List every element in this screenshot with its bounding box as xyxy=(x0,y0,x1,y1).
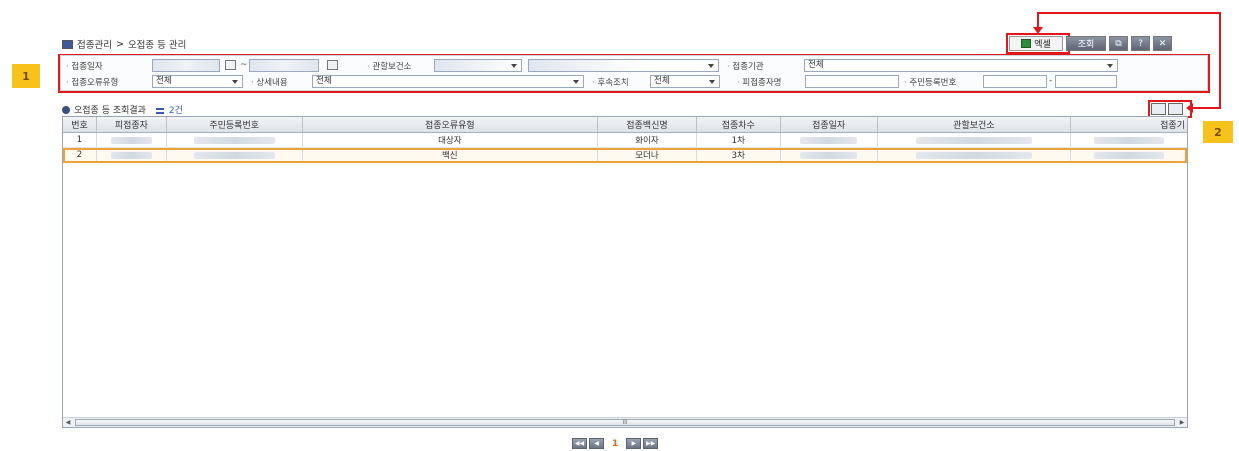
recipient-cell xyxy=(97,133,167,147)
horizontal-scrollbar[interactable]: ◀ III ▶ xyxy=(63,417,1187,427)
scroll-thumb[interactable]: III xyxy=(75,419,1175,426)
breadcrumb-current: 오접종 등 관리 xyxy=(127,40,187,51)
grid-tools xyxy=(1151,103,1183,115)
connector-line xyxy=(1037,12,1221,14)
help-button[interactable]: ? xyxy=(1131,36,1150,51)
grid-excel-button[interactable] xyxy=(1168,103,1183,115)
rrn-separator: - xyxy=(1049,76,1053,86)
result-count: 2건 xyxy=(155,103,183,116)
table-row[interactable]: 2 백신 모더나 3차 xyxy=(63,148,1187,163)
prev-page-button[interactable]: ◀ xyxy=(589,438,604,449)
row-number: 2 xyxy=(63,148,97,162)
breadcrumb-separator: > xyxy=(115,38,124,50)
next-page-button[interactable]: ▶ xyxy=(626,438,642,449)
list-icon xyxy=(155,107,164,114)
excel-label: 엑셀 xyxy=(1034,40,1051,50)
pagination: ◀◀ ◀ 1 ▶ ▶▶ xyxy=(572,438,659,449)
column-header[interactable]: 피접종자 xyxy=(97,117,167,132)
toolbar: 엑셀 조회 ⧉ ? ✕ xyxy=(1009,36,1172,51)
breadcrumb: 접종관리 > 오접종 등 관리 xyxy=(62,37,186,51)
column-header[interactable]: 번호 xyxy=(63,117,97,132)
column-header[interactable]: 주민등록번호 xyxy=(167,117,303,132)
institution-label: 접종기관 xyxy=(727,60,763,72)
popup-button[interactable]: ⧉ xyxy=(1109,36,1128,51)
health-center-label: 관할보건소 xyxy=(367,60,411,72)
vaccination-date-label: 접종일자 xyxy=(66,60,102,72)
rrn-second-input[interactable] xyxy=(1055,75,1117,88)
followup-select[interactable]: 전체 xyxy=(650,75,720,88)
column-header[interactable]: 접종일자 xyxy=(781,117,878,132)
rrn-label: 주민등록번호 xyxy=(904,76,956,88)
date-start-input[interactable] xyxy=(152,59,220,72)
arrow-head xyxy=(1033,27,1043,34)
error-type-cell: 백신 xyxy=(303,148,599,162)
date-cell xyxy=(781,133,878,147)
search-button[interactable]: 조회 xyxy=(1066,36,1106,51)
error-type-label: 접종오류유형 xyxy=(66,76,118,88)
close-button[interactable]: ✕ xyxy=(1153,36,1172,51)
search-filter-panel: 접종일자 ~ 관할보건소 접종기관 전체 접종오류유형 전체 상세내용 전체 후… xyxy=(60,55,1208,91)
callout-2: 2 xyxy=(1203,121,1233,143)
calendar-icon[interactable] xyxy=(225,60,236,70)
breadcrumb-root[interactable]: 접종관리 xyxy=(77,37,112,51)
connector-line xyxy=(1219,12,1221,109)
last-page-button[interactable]: ▶▶ xyxy=(643,438,659,449)
column-header[interactable]: 접종차수 xyxy=(697,117,781,132)
arrow-head xyxy=(1186,103,1193,113)
table-row[interactable]: 1 대상자 화이자 1차 xyxy=(63,133,1187,148)
scroll-left-icon[interactable]: ◀ xyxy=(64,419,72,426)
vaccine-cell: 모더나 xyxy=(598,148,697,162)
column-header[interactable]: 관할보건소 xyxy=(878,117,1072,132)
callout-1: 1 xyxy=(12,64,40,88)
recipient-name-input[interactable] xyxy=(805,75,899,88)
rrn-cell xyxy=(167,133,303,147)
menu-icon xyxy=(62,39,73,49)
result-title: 오접종 등 조회결과 xyxy=(74,106,146,116)
row-number: 1 xyxy=(63,133,97,147)
recipient-label: 피접종자명 xyxy=(737,76,781,88)
column-header[interactable]: 접종백신명 xyxy=(598,117,697,132)
result-grid: 번호 피접종자 주민등록번호 접종오류유형 접종백신명 접종차수 접종일자 관할… xyxy=(62,116,1188,428)
connector-line xyxy=(1192,107,1221,109)
detail-label: 상세내용 xyxy=(251,76,287,88)
scroll-right-icon[interactable]: ▶ xyxy=(1178,419,1186,426)
followup-label: 후속조치 xyxy=(592,76,628,88)
error-type-cell: 대상자 xyxy=(303,133,599,147)
column-header[interactable]: 접종기 xyxy=(1071,117,1187,132)
excel-button[interactable]: 엑셀 xyxy=(1009,36,1063,51)
current-page[interactable]: 1 xyxy=(606,439,624,449)
excel-icon xyxy=(1021,39,1032,48)
error-type-select[interactable]: 전체 xyxy=(152,75,243,88)
date-end-input[interactable] xyxy=(249,59,319,72)
calendar-icon[interactable] xyxy=(327,60,338,70)
bullet-icon xyxy=(62,105,70,114)
rrn-first-input[interactable] xyxy=(983,75,1047,88)
health-center-region-select[interactable] xyxy=(434,59,522,72)
dose-cell: 1차 xyxy=(697,133,781,147)
health-center-select[interactable] xyxy=(528,59,719,72)
date-separator: ~ xyxy=(240,60,248,70)
date-cell xyxy=(781,148,878,162)
column-header[interactable]: 접종오류유형 xyxy=(303,117,599,132)
institution-cell xyxy=(1071,133,1187,147)
health-center-cell xyxy=(878,133,1072,147)
vaccine-cell: 화이자 xyxy=(598,133,697,147)
recipient-cell xyxy=(97,148,167,162)
rrn-cell xyxy=(167,148,303,162)
column-settings-button[interactable] xyxy=(1151,103,1166,115)
result-count-value: 2건 xyxy=(168,106,183,116)
dose-cell: 3차 xyxy=(697,148,781,162)
health-center-cell xyxy=(878,148,1072,162)
first-page-button[interactable]: ◀◀ xyxy=(572,438,587,449)
detail-select[interactable]: 전체 xyxy=(312,75,584,88)
institution-cell xyxy=(1071,148,1187,162)
grid-header: 번호 피접종자 주민등록번호 접종오류유형 접종백신명 접종차수 접종일자 관할… xyxy=(63,117,1187,133)
institution-select[interactable]: 전체 xyxy=(804,59,1118,72)
result-header: 오접종 등 조회결과 2건 xyxy=(62,103,183,116)
